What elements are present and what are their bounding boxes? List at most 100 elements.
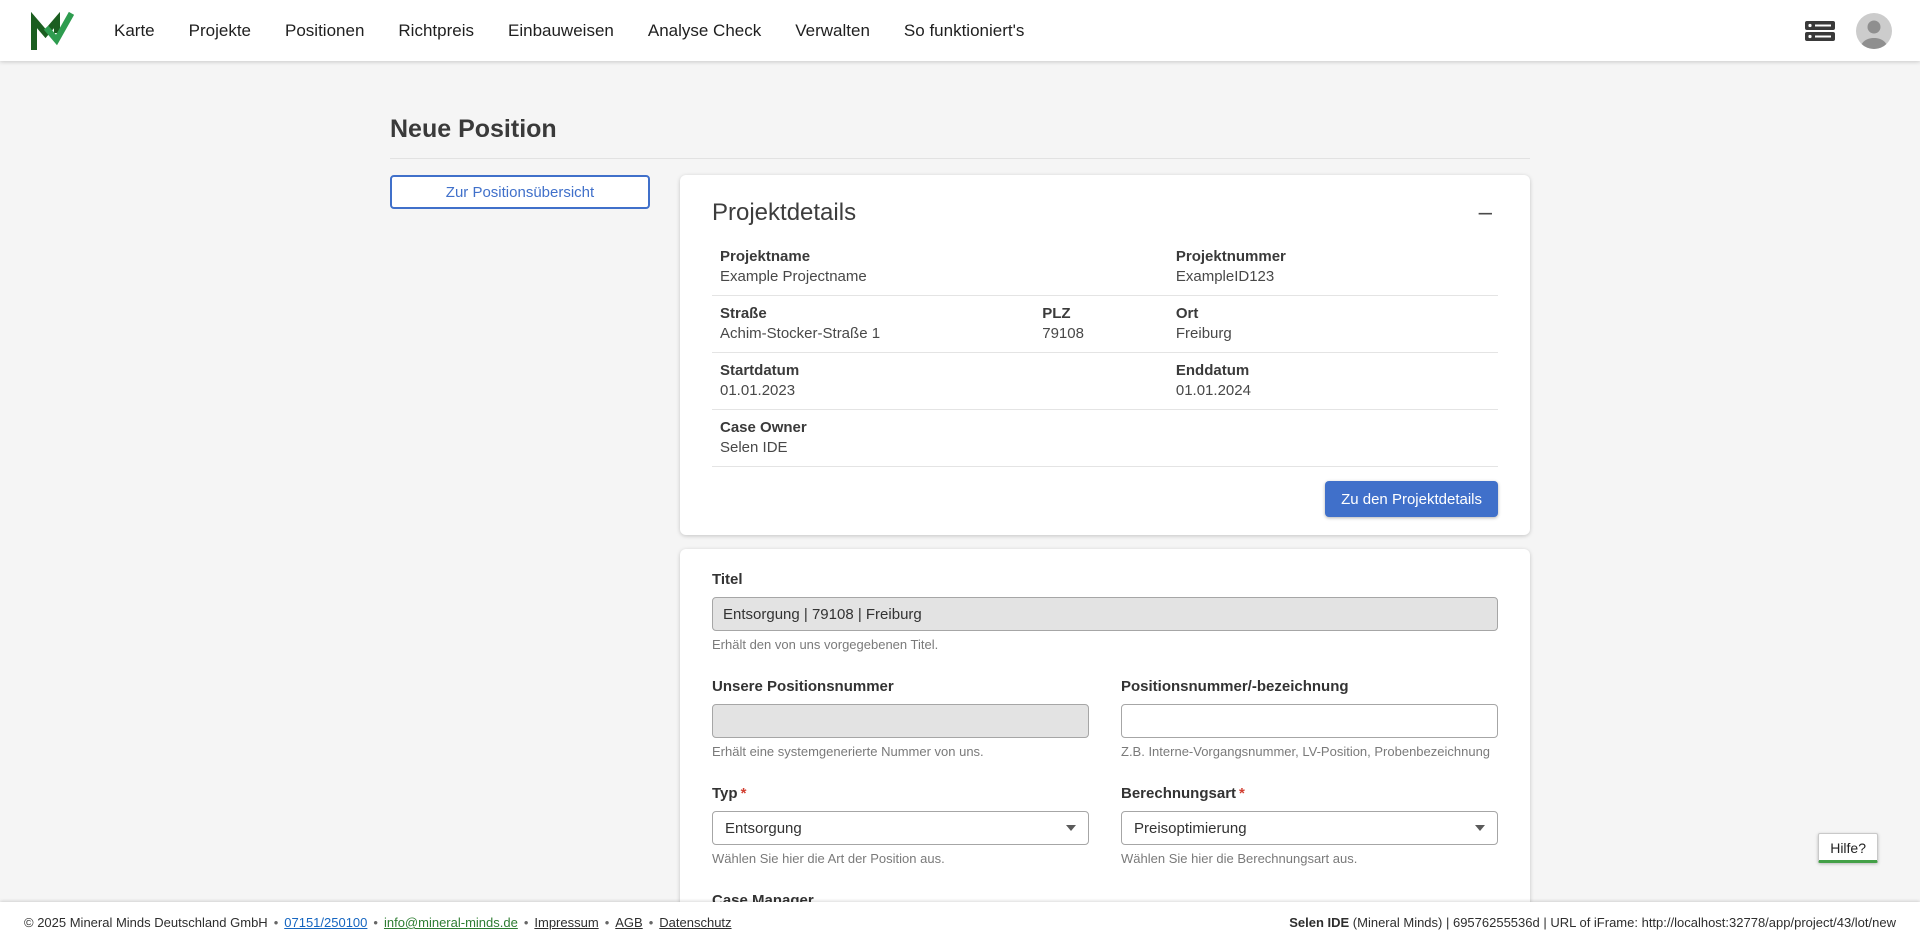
footer-right: Selen IDE (Mineral Minds) | 69576255536d… [1289,915,1896,930]
footer: © 2025 Mineral Minds Deutschland GmbH • … [0,902,1920,943]
project-details-table: Projektname Example Projectname Projektn… [712,239,1498,467]
project-details-actions: Zu den Projektdetails [712,481,1498,517]
nav-item-verwalten[interactable]: Verwalten [795,21,870,41]
user-avatar[interactable] [1856,13,1892,49]
berechnungsart-select-value: Preisoptimierung [1134,820,1247,837]
typ-label: Typ* [712,785,1089,802]
bezeichnung-helper: Z.B. Interne-Vorgangsnummer, LV-Position… [1121,744,1498,759]
footer-agb-link[interactable]: AGB [615,915,642,930]
bezeichnung-label: Positionsnummer/-bezeichnung [1121,678,1498,695]
titel-input [712,597,1498,631]
logo[interactable] [28,11,74,51]
footer-meta: (Mineral Minds) | 69576255536d | URL of … [1349,915,1896,930]
table-row: Startdatum 01.01.2023 Enddatum 01.01.202… [712,353,1498,410]
server-icon[interactable] [1804,19,1836,43]
chevron-down-icon [1066,825,1076,831]
field-label: Projektname [720,248,1160,265]
top-nav: Karte Projekte Positionen Richtpreis Ein… [0,0,1920,61]
footer-email-link[interactable]: info@mineral-minds.de [384,915,518,930]
footer-user: Selen IDE [1289,915,1349,930]
berechnungsart-label-text: Berechnungsart [1121,785,1236,802]
field-value: Selen IDE [720,439,1490,456]
collapse-icon[interactable]: – [1473,201,1498,225]
berechnungsart-helper: Wählen Sie hier die Berechnungsart aus. [1121,851,1498,866]
nav-right-icons [1804,13,1892,49]
field-ort: Ort Freiburg [1168,296,1498,352]
field-strasse: Straße Achim-Stocker-Straße 1 [712,296,1034,352]
separator: • [373,915,378,930]
typ-label-text: Typ [712,785,738,802]
bezeichnung-input[interactable] [1121,704,1498,738]
field-label: Projektnummer [1176,248,1490,265]
field-value: Example Projectname [720,268,1160,285]
nav-item-projekte[interactable]: Projekte [189,21,251,41]
go-to-project-details-button[interactable]: Zu den Projektdetails [1325,481,1498,517]
table-row: Straße Achim-Stocker-Straße 1 PLZ 79108 … [712,296,1498,353]
berechnungsart-select[interactable]: Preisoptimierung [1121,811,1498,845]
page-title: Neue Position [390,115,1530,144]
berechnungsart-label: Berechnungsart* [1121,785,1498,802]
footer-impressum-link[interactable]: Impressum [534,915,598,930]
separator: • [649,915,654,930]
title-divider [390,158,1530,159]
bezeichnung-group: Positionsnummer/-bezeichnung Z.B. Intern… [1121,678,1498,759]
berechnungsart-group: Berechnungsart* Preisoptimierung Wählen … [1121,785,1498,866]
titel-group: Titel Erhält den von uns vorgegebenen Ti… [712,571,1498,652]
field-enddatum: Enddatum 01.01.2024 [1168,353,1498,409]
positionsnummer-group: Unsere Positionsnummer Erhält eine syste… [712,678,1089,759]
form-row-type: Typ* Entsorgung Wählen Sie hier die Art … [712,785,1498,866]
nav-item-richtpreis[interactable]: Richtpreis [398,21,474,41]
field-label: Enddatum [1176,362,1490,379]
project-details-header: Projektdetails – [712,199,1498,227]
field-value: ExampleID123 [1176,268,1490,285]
chevron-down-icon [1475,825,1485,831]
field-projektname: Projektname Example Projectname [712,239,1168,295]
nav-item-einbauweisen[interactable]: Einbauweisen [508,21,614,41]
nav-item-analyse-check[interactable]: Analyse Check [648,21,761,41]
typ-select[interactable]: Entsorgung [712,811,1089,845]
footer-phone-link[interactable]: 07151/250100 [284,915,367,930]
separator: • [605,915,610,930]
right-column: Projektdetails – Projektname Example Pro… [680,175,1530,943]
typ-helper: Wählen Sie hier die Art der Position aus… [712,851,1089,866]
field-startdatum: Startdatum 01.01.2023 [712,353,1168,409]
left-column: Zur Positionsübersicht [390,175,650,209]
field-label: Ort [1176,305,1490,322]
titel-helper: Erhält den von uns vorgegebenen Titel. [712,637,1498,652]
footer-datenschutz-link[interactable]: Datenschutz [659,915,731,930]
nav-item-positionen[interactable]: Positionen [285,21,364,41]
nav-item-so-funktionierts[interactable]: So funktioniert's [904,21,1024,41]
field-label: Case Owner [720,419,1490,436]
person-icon [1856,13,1892,49]
required-marker: * [1239,785,1245,802]
project-details-card: Projektdetails – Projektname Example Pro… [680,175,1530,535]
new-position-form-card: Titel Erhält den von uns vorgegebenen Ti… [680,549,1530,943]
field-projektnummer: Projektnummer ExampleID123 [1168,239,1498,295]
separator: • [524,915,529,930]
typ-group: Typ* Entsorgung Wählen Sie hier die Art … [712,785,1089,866]
field-case-owner: Case Owner Selen IDE [712,410,1498,466]
field-label: Startdatum [720,362,1160,379]
help-button[interactable]: Hilfe? [1818,833,1878,863]
project-details-title: Projektdetails [712,199,856,227]
titel-label: Titel [712,571,1498,588]
back-to-positions-button[interactable]: Zur Positionsübersicht [390,175,650,209]
table-row: Case Owner Selen IDE [712,410,1498,467]
field-label: PLZ [1042,305,1160,322]
main-nav-links: Karte Projekte Positionen Richtpreis Ein… [114,21,1024,41]
field-value: Achim-Stocker-Straße 1 [720,325,1026,342]
content-layout: Zur Positionsübersicht Projektdetails – … [390,175,1530,943]
form-row-numbers: Unsere Positionsnummer Erhält eine syste… [712,678,1498,759]
mineral-minds-logo-icon [28,11,74,51]
main-content: Neue Position Zur Positionsübersicht Pro… [390,61,1530,943]
positionsnummer-input [712,704,1089,738]
field-value: Freiburg [1176,325,1490,342]
typ-select-value: Entsorgung [725,820,802,837]
field-value: 01.01.2023 [720,382,1160,399]
nav-item-karte[interactable]: Karte [114,21,155,41]
field-plz: PLZ 79108 [1034,296,1168,352]
field-value: 79108 [1042,325,1160,342]
table-row: Projektname Example Projectname Projektn… [712,239,1498,296]
positionsnummer-helper: Erhält eine systemgenerierte Nummer von … [712,744,1089,759]
copyright-text: © 2025 Mineral Minds Deutschland GmbH [24,915,268,930]
